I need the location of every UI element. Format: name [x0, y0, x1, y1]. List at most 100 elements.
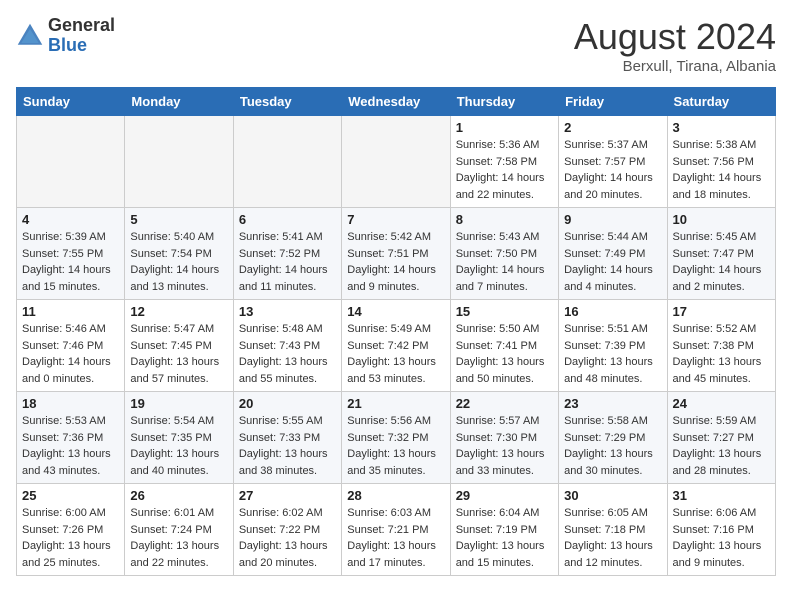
- day-number: 6: [239, 212, 336, 227]
- week-row-3: 11 Sunrise: 5:46 AMSunset: 7:46 PMDayligh…: [17, 300, 776, 392]
- day-info: Sunrise: 5:46 AMSunset: 7:46 PMDaylight:…: [22, 321, 119, 387]
- calendar-cell: 24Sunrise: 5:59 AMSunset: 7:27 PMDayligh…: [667, 392, 775, 484]
- day-header-wednesday: Wednesday: [342, 88, 450, 116]
- calendar-cell: 14Sunrise: 5:49 AMSunset: 7:42 PMDayligh…: [342, 300, 450, 392]
- day-number: 13: [239, 304, 336, 319]
- calendar-cell: 4Sunrise: 5:39 AMSunset: 7:55 PMDaylight…: [17, 208, 125, 300]
- day-number: 18: [22, 396, 119, 411]
- calendar-cell: 12 Sunrise: 5:47 AMSunset: 7:45 PMDayligh…: [125, 300, 233, 392]
- calendar-cell: 28Sunrise: 6:03 AMSunset: 7:21 PMDayligh…: [342, 484, 450, 576]
- day-info: Sunrise: 5:47 AMSunset: 7:45 PMDaylight:…: [130, 321, 227, 387]
- day-header-thursday: Thursday: [450, 88, 558, 116]
- calendar-cell: 16Sunrise: 5:51 AMSunset: 7:39 PMDayligh…: [559, 300, 667, 392]
- day-info: Sunrise: 5:53 AMSunset: 7:36 PMDaylight:…: [22, 413, 119, 479]
- day-info: Sunrise: 5:38 AMSunset: 7:56 PMDaylight:…: [673, 137, 770, 203]
- month-year-title: August 2024: [574, 16, 776, 58]
- day-info: Sunrise: 5:42 AMSunset: 7:51 PMDaylight:…: [347, 229, 444, 295]
- day-number: 15: [456, 304, 553, 319]
- day-info: Sunrise: 6:01 AMSunset: 7:24 PMDaylight:…: [130, 505, 227, 571]
- day-number: 12: [130, 304, 227, 319]
- day-number: 25: [22, 488, 119, 503]
- page-header: General Blue August 2024 Berxull, Tirana…: [16, 16, 776, 75]
- calendar-cell: 8Sunrise: 5:43 AMSunset: 7:50 PMDaylight…: [450, 208, 558, 300]
- calendar-cell: 26Sunrise: 6:01 AMSunset: 7:24 PMDayligh…: [125, 484, 233, 576]
- location-subtitle: Berxull, Tirana, Albania: [574, 58, 776, 75]
- day-info: Sunrise: 5:48 AMSunset: 7:43 PMDaylight:…: [239, 321, 336, 387]
- day-header-sunday: Sunday: [17, 88, 125, 116]
- logo-icon: [16, 22, 44, 50]
- day-info: Sunrise: 6:04 AMSunset: 7:19 PMDaylight:…: [456, 505, 553, 571]
- calendar-cell: [342, 116, 450, 208]
- logo: General Blue: [16, 16, 115, 56]
- day-info: Sunrise: 5:56 AMSunset: 7:32 PMDaylight:…: [347, 413, 444, 479]
- day-number: 1: [456, 120, 553, 135]
- calendar-cell: 11 Sunrise: 5:46 AMSunset: 7:46 PMDayligh…: [17, 300, 125, 392]
- calendar-cell: 20 Sunrise: 5:55 AMSunset: 7:33 PMDayligh…: [233, 392, 341, 484]
- day-info: Sunrise: 5:40 AMSunset: 7:54 PMDaylight:…: [130, 229, 227, 295]
- day-number: 10: [673, 212, 770, 227]
- day-info: Sunrise: 6:05 AMSunset: 7:18 PMDaylight:…: [564, 505, 661, 571]
- week-row-1: 1 Sunrise: 5:36 AMSunset: 7:58 PMDaylight…: [17, 116, 776, 208]
- day-number: 11: [22, 304, 119, 319]
- day-number: 24: [673, 396, 770, 411]
- day-number: 3: [673, 120, 770, 135]
- calendar-cell: 9 Sunrise: 5:44 AMSunset: 7:49 PMDaylight…: [559, 208, 667, 300]
- day-info: Sunrise: 5:51 AMSunset: 7:39 PMDaylight:…: [564, 321, 661, 387]
- day-info: Sunrise: 5:50 AMSunset: 7:41 PMDaylight:…: [456, 321, 553, 387]
- week-row-4: 18 Sunrise: 5:53 AMSunset: 7:36 PMDayligh…: [17, 392, 776, 484]
- day-number: 9: [564, 212, 661, 227]
- calendar-cell: [233, 116, 341, 208]
- day-info: Sunrise: 6:02 AMSunset: 7:22 PMDaylight:…: [239, 505, 336, 571]
- calendar-cell: 17 Sunrise: 5:52 AMSunset: 7:38 PMDayligh…: [667, 300, 775, 392]
- day-info: Sunrise: 6:00 AMSunset: 7:26 PMDaylight:…: [22, 505, 119, 571]
- calendar-cell: 21 Sunrise: 5:56 AMSunset: 7:32 PMDayligh…: [342, 392, 450, 484]
- day-info: Sunrise: 5:57 AMSunset: 7:30 PMDaylight:…: [456, 413, 553, 479]
- calendar-cell: 31Sunrise: 6:06 AMSunset: 7:16 PMDayligh…: [667, 484, 775, 576]
- calendar-cell: 22 Sunrise: 5:57 AMSunset: 7:30 PMDayligh…: [450, 392, 558, 484]
- day-number: 28: [347, 488, 444, 503]
- day-info: Sunrise: 5:36 AMSunset: 7:58 PMDaylight:…: [456, 137, 553, 203]
- calendar-cell: 19 Sunrise: 5:54 AMSunset: 7:35 PMDayligh…: [125, 392, 233, 484]
- day-number: 31: [673, 488, 770, 503]
- header-row: SundayMondayTuesdayWednesdayThursdayFrid…: [17, 88, 776, 116]
- calendar-cell: [125, 116, 233, 208]
- day-number: 8: [456, 212, 553, 227]
- day-number: 20: [239, 396, 336, 411]
- day-info: Sunrise: 5:39 AMSunset: 7:55 PMDaylight:…: [22, 229, 119, 295]
- calendar-cell: 25 Sunrise: 6:00 AMSunset: 7:26 PMDayligh…: [17, 484, 125, 576]
- calendar-cell: 5 Sunrise: 5:40 AMSunset: 7:54 PMDaylight…: [125, 208, 233, 300]
- calendar-cell: 3 Sunrise: 5:38 AMSunset: 7:56 PMDaylight…: [667, 116, 775, 208]
- logo-general-text: General: [48, 15, 115, 35]
- day-header-saturday: Saturday: [667, 88, 775, 116]
- day-number: 19: [130, 396, 227, 411]
- week-row-5: 25 Sunrise: 6:00 AMSunset: 7:26 PMDayligh…: [17, 484, 776, 576]
- calendar-cell: 18 Sunrise: 5:53 AMSunset: 7:36 PMDayligh…: [17, 392, 125, 484]
- calendar-cell: 7 Sunrise: 5:42 AMSunset: 7:51 PMDaylight…: [342, 208, 450, 300]
- day-info: Sunrise: 5:49 AMSunset: 7:42 PMDaylight:…: [347, 321, 444, 387]
- calendar-cell: [17, 116, 125, 208]
- day-info: Sunrise: 5:52 AMSunset: 7:38 PMDaylight:…: [673, 321, 770, 387]
- day-header-tuesday: Tuesday: [233, 88, 341, 116]
- calendar-cell: 6Sunrise: 5:41 AMSunset: 7:52 PMDaylight…: [233, 208, 341, 300]
- day-info: Sunrise: 5:55 AMSunset: 7:33 PMDaylight:…: [239, 413, 336, 479]
- day-number: 17: [673, 304, 770, 319]
- day-info: Sunrise: 5:54 AMSunset: 7:35 PMDaylight:…: [130, 413, 227, 479]
- calendar-cell: 1 Sunrise: 5:36 AMSunset: 7:58 PMDaylight…: [450, 116, 558, 208]
- week-row-2: 4Sunrise: 5:39 AMSunset: 7:55 PMDaylight…: [17, 208, 776, 300]
- day-number: 21: [347, 396, 444, 411]
- logo-blue-text: Blue: [48, 35, 87, 55]
- day-number: 2: [564, 120, 661, 135]
- day-number: 5: [130, 212, 227, 227]
- day-info: Sunrise: 5:37 AMSunset: 7:57 PMDaylight:…: [564, 137, 661, 203]
- day-number: 7: [347, 212, 444, 227]
- day-number: 23: [564, 396, 661, 411]
- day-info: Sunrise: 5:44 AMSunset: 7:49 PMDaylight:…: [564, 229, 661, 295]
- calendar-cell: 13 Sunrise: 5:48 AMSunset: 7:43 PMDayligh…: [233, 300, 341, 392]
- day-info: Sunrise: 5:58 AMSunset: 7:29 PMDaylight:…: [564, 413, 661, 479]
- calendar-cell: 29Sunrise: 6:04 AMSunset: 7:19 PMDayligh…: [450, 484, 558, 576]
- calendar-cell: 10Sunrise: 5:45 AMSunset: 7:47 PMDayligh…: [667, 208, 775, 300]
- calendar-cell: 2 Sunrise: 5:37 AMSunset: 7:57 PMDaylight…: [559, 116, 667, 208]
- calendar-cell: 27Sunrise: 6:02 AMSunset: 7:22 PMDayligh…: [233, 484, 341, 576]
- title-block: August 2024 Berxull, Tirana, Albania: [574, 16, 776, 75]
- day-number: 22: [456, 396, 553, 411]
